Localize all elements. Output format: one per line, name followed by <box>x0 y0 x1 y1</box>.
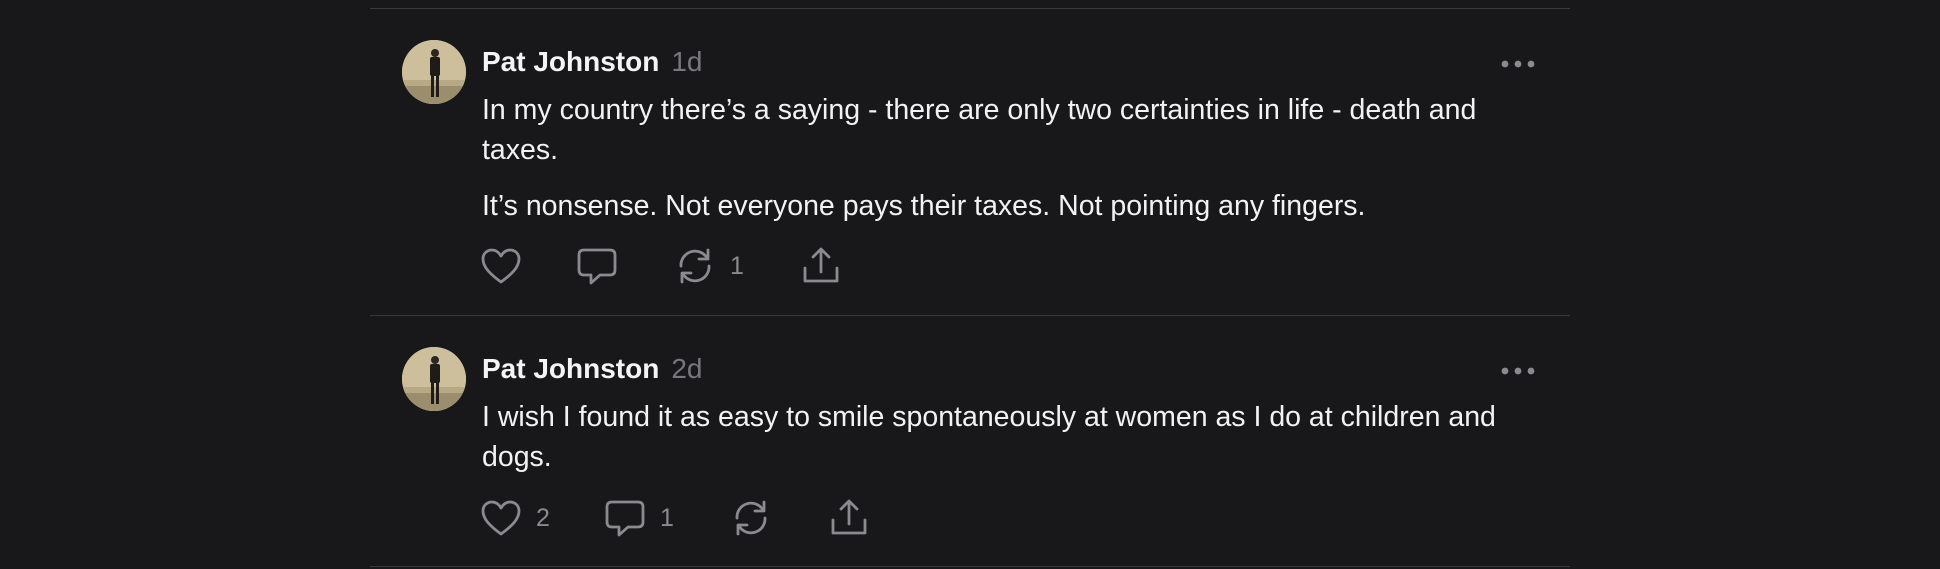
post-paragraph: I wish I found it as easy to smile spont… <box>482 401 1496 473</box>
divider <box>370 315 1570 316</box>
post-feed: Pat Johnston 1d In my country there’s a … <box>370 0 1570 569</box>
share-button[interactable] <box>800 244 842 288</box>
like-button[interactable] <box>480 244 536 288</box>
post-body: In my country there’s a saying - there a… <box>482 90 1522 226</box>
divider <box>370 566 1570 567</box>
post-timestamp[interactable]: 2d <box>671 353 702 385</box>
post[interactable]: Pat Johnston 1d In my country there’s a … <box>370 40 1570 290</box>
like-button[interactable]: 2 <box>480 496 550 540</box>
post-paragraph: In my country there’s a saying - there a… <box>482 94 1477 166</box>
repost-icon <box>730 498 772 538</box>
post-header: Pat Johnston 2d <box>482 353 703 389</box>
post-paragraph: It’s nonsense. Not everyone pays their t… <box>482 190 1366 222</box>
heart-icon <box>480 499 522 537</box>
author-name[interactable]: Pat Johnston <box>482 46 659 78</box>
repost-button[interactable] <box>730 496 786 540</box>
divider <box>370 8 1570 9</box>
share-icon <box>828 498 870 538</box>
avatar[interactable] <box>402 347 466 411</box>
more-dots-icon[interactable] <box>1498 52 1538 76</box>
author-name[interactable]: Pat Johnston <box>482 353 659 385</box>
speech-bubble-icon <box>576 246 618 286</box>
post-body: I wish I found it as easy to smile spont… <box>482 397 1522 477</box>
avatar[interactable] <box>402 40 466 104</box>
heart-icon <box>480 247 522 285</box>
share-icon <box>800 246 842 286</box>
repost-count: 1 <box>730 251 744 280</box>
repost-icon <box>674 246 716 286</box>
share-button[interactable] <box>828 496 870 540</box>
like-count: 2 <box>536 503 550 532</box>
post[interactable]: Pat Johnston 2d I wish I found it as eas… <box>370 347 1570 547</box>
reply-button[interactable] <box>576 244 632 288</box>
repost-button[interactable]: 1 <box>674 244 744 288</box>
more-dots-icon[interactable] <box>1498 359 1538 383</box>
post-header: Pat Johnston 1d <box>482 46 703 82</box>
post-timestamp[interactable]: 1d <box>671 46 702 78</box>
speech-bubble-icon <box>604 498 646 538</box>
reply-count: 1 <box>660 503 674 532</box>
reply-button[interactable]: 1 <box>604 496 674 540</box>
